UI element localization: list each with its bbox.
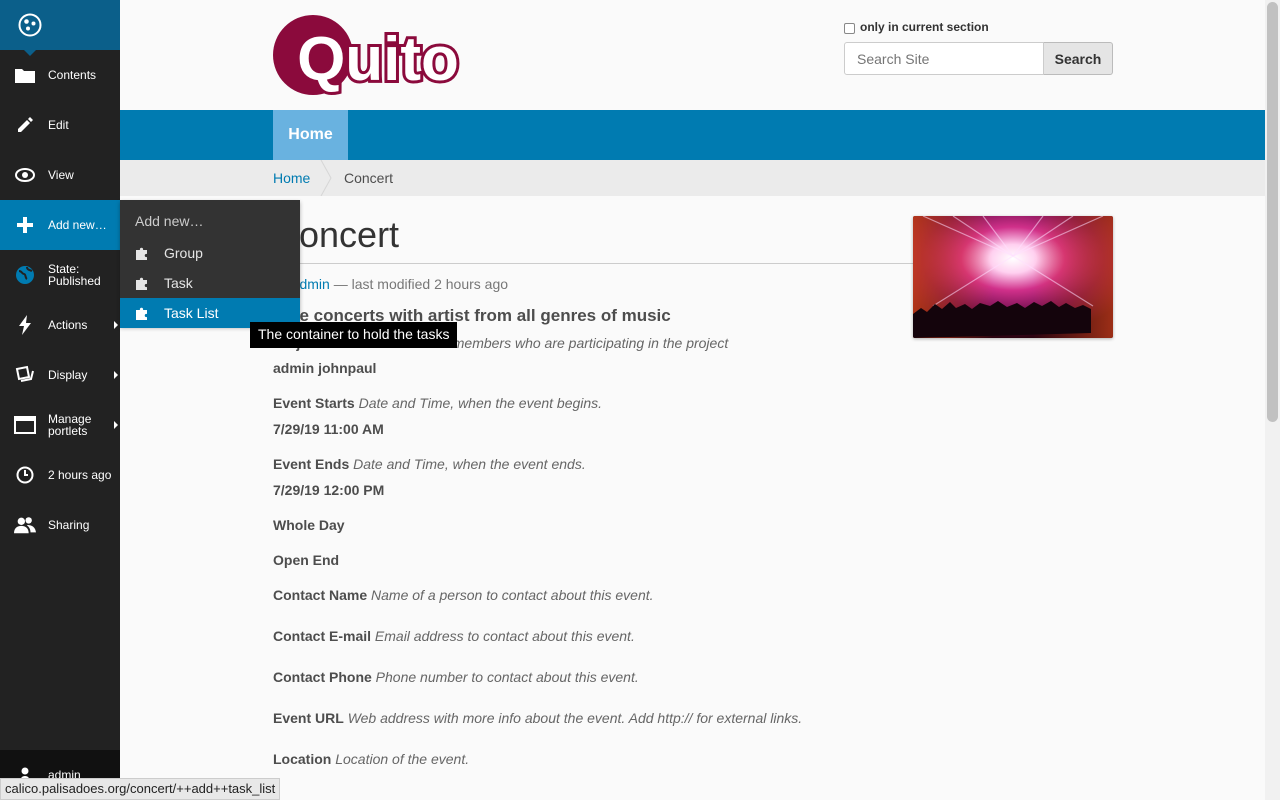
field-label: Event Ends xyxy=(273,456,350,472)
field-event-ends: Event Ends Date and Time, when the event… xyxy=(273,456,1113,472)
concert-stage-image xyxy=(913,216,1113,338)
toolbar-state-label: State: Published xyxy=(48,263,101,287)
page-scrollbar[interactable] xyxy=(1265,0,1280,800)
field-help: Phone number to contact about this event… xyxy=(375,669,639,685)
plus-icon xyxy=(14,214,36,236)
search-input[interactable] xyxy=(844,42,1044,75)
add-menu-label: Group xyxy=(164,245,203,261)
search-area: only in current section Search xyxy=(844,20,1113,75)
plone-logo-button[interactable] xyxy=(0,0,120,56)
toolbar-display[interactable]: Display xyxy=(0,350,120,400)
toolbar-state[interactable]: State: Published xyxy=(0,250,120,300)
plone-logo-icon xyxy=(18,13,42,37)
toolbar-label: Actions xyxy=(48,318,88,332)
nav-home-tab[interactable]: Home xyxy=(273,110,348,160)
field-contact-phone: Contact Phone Phone number to contact ab… xyxy=(273,669,1113,685)
byline-modified: — last modified 2 hours ago xyxy=(329,276,509,292)
add-new-menu: Add new… Group Task Task List xyxy=(120,200,300,328)
puzzle-icon xyxy=(136,277,150,290)
puzzle-icon xyxy=(136,247,150,260)
page-title: Concert xyxy=(273,212,913,264)
main-navigation: Home xyxy=(120,110,1265,160)
window-icon xyxy=(14,414,36,436)
folder-icon xyxy=(14,64,36,86)
field-value: admin johnpaul xyxy=(273,360,377,376)
field-help: Web address with more info about the eve… xyxy=(347,710,803,726)
toolbar-edit[interactable]: Edit xyxy=(0,100,120,150)
toolbar-sharing[interactable]: Sharing xyxy=(0,500,120,550)
field-event-url: Event URL Web address with more info abo… xyxy=(273,710,1113,726)
browser-status-url: calico.palisadoes.org/concert/++add++tas… xyxy=(0,778,281,800)
logo-text: Quito xyxy=(297,25,459,94)
field-label: Contact Name xyxy=(273,587,368,603)
toolbar-label: Edit xyxy=(48,118,69,132)
field-label: Contact E-mail xyxy=(273,628,372,644)
toolbar-add-new[interactable]: Add new… xyxy=(0,200,126,250)
add-new-menu-header: Add new… xyxy=(135,213,204,229)
toolbar-label: Display xyxy=(48,368,88,382)
section-only-label: only in current section xyxy=(860,20,989,34)
field-contact-email: Contact E-mail Email address to contact … xyxy=(273,628,1113,644)
search-button[interactable]: Search xyxy=(1044,42,1113,75)
eye-icon xyxy=(14,164,36,186)
users-icon xyxy=(14,514,36,536)
display-icon xyxy=(14,364,36,386)
field-help: Date and Time, when the event begins. xyxy=(358,395,603,411)
toolbar-label: View xyxy=(48,168,74,182)
tooltip: The container to hold the tasks xyxy=(250,322,458,348)
submenu-arrow-icon xyxy=(114,371,118,379)
toolbar-contents[interactable]: Contents xyxy=(0,50,120,100)
scrollbar-thumb[interactable] xyxy=(1267,2,1278,422)
site-logo[interactable]: Quito xyxy=(273,14,483,101)
field-location: Location Location of the event. xyxy=(273,751,1113,767)
field-label: Open End xyxy=(273,552,340,568)
field-label: Event URL xyxy=(273,710,344,726)
field-event-starts: Event Starts Date and Time, when the eve… xyxy=(273,395,1113,411)
field-whole-day: Whole Day xyxy=(273,517,1113,533)
field-open-end: Open End xyxy=(273,552,1113,568)
toolbar-label: Add new… xyxy=(48,218,107,232)
add-menu-label: Task xyxy=(164,275,193,291)
field-help: Date and Time, when the event ends. xyxy=(353,456,586,472)
lead-image[interactable] xyxy=(913,216,1113,338)
field-help: Location of the event. xyxy=(335,751,470,767)
breadcrumb-separator-icon xyxy=(320,160,332,196)
section-only-checkbox[interactable] xyxy=(844,23,855,34)
field-label: Contact Phone xyxy=(273,669,372,685)
submenu-arrow-icon xyxy=(114,321,118,329)
clock-icon xyxy=(14,464,36,486)
breadcrumb: Home Concert xyxy=(120,160,1265,196)
section-only-checkbox-row[interactable]: only in current section xyxy=(844,20,1113,34)
pencil-icon xyxy=(14,114,36,136)
toolbar-label: 2 hours ago xyxy=(48,468,112,482)
toolbar-history[interactable]: 2 hours ago xyxy=(0,450,120,500)
bolt-icon xyxy=(14,314,36,336)
field-label: Event Starts xyxy=(273,395,355,411)
toolbar-state-value: Published xyxy=(48,274,101,288)
quito-logo-icon: Quito xyxy=(273,15,462,97)
field-contact-name: Contact Name Name of a person to contact… xyxy=(273,587,1113,603)
field-help: Email address to contact about this even… xyxy=(374,628,635,644)
field-label: Location xyxy=(273,751,332,767)
add-task-item[interactable]: Task xyxy=(120,268,300,298)
plone-toolbar: Contents Edit View Add new… State: Publis… xyxy=(0,0,126,800)
globe-icon xyxy=(14,264,36,286)
field-value: 7/29/19 12:00 PM xyxy=(273,482,385,498)
toolbar-view[interactable]: View xyxy=(0,150,120,200)
add-menu-label: Task List xyxy=(164,305,219,321)
puzzle-icon xyxy=(136,307,150,320)
field-label: Whole Day xyxy=(273,517,345,533)
submenu-arrow-icon xyxy=(114,421,118,429)
toolbar-manage-portlets[interactable]: Manage portlets xyxy=(0,400,120,450)
field-help: Name of a person to contact about this e… xyxy=(371,587,654,603)
toolbar-label: Contents xyxy=(48,68,97,82)
toolbar-actions[interactable]: Actions xyxy=(0,300,120,350)
toolbar-manage-line2: portlets xyxy=(48,424,88,438)
breadcrumb-current: Concert xyxy=(344,170,394,186)
toolbar-label: Sharing xyxy=(48,518,90,532)
breadcrumb-home-link[interactable]: Home xyxy=(273,170,310,186)
toolbar-manage-label: Manage portlets xyxy=(48,413,91,437)
field-value: 7/29/19 11:00 AM xyxy=(273,421,384,437)
add-group-item[interactable]: Group xyxy=(120,238,300,268)
